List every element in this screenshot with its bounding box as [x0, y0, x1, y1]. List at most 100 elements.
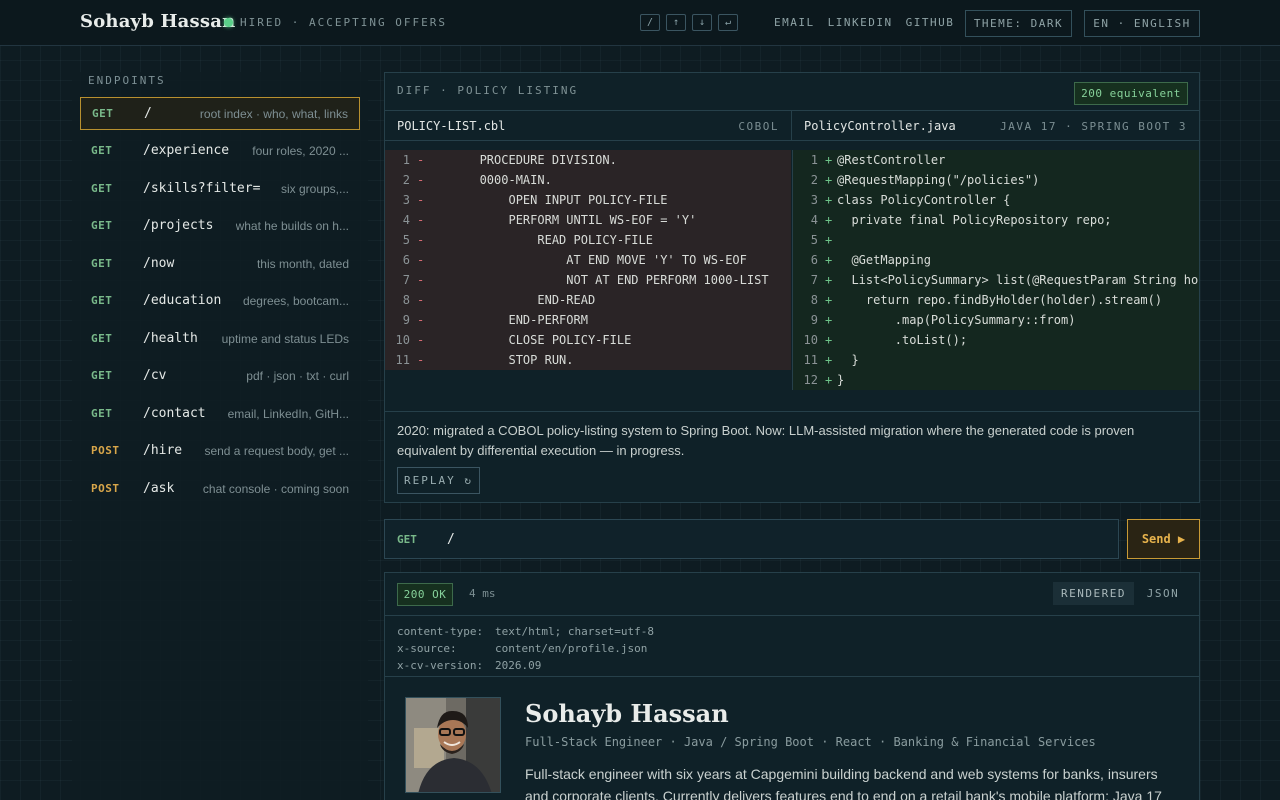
sidebar-title: ENDPOINTS: [88, 74, 166, 87]
endpoint-description: chat console · coming soon: [202, 481, 349, 496]
endpoint-now[interactable]: GET /now this month, dated: [80, 247, 360, 280]
code-line: 4 + private final PolicyRepository repo;: [793, 210, 1199, 230]
code-line: 11- STOP RUN.: [385, 350, 791, 370]
right-file-bar: PolicyController.java JAVA 17 · SPRING B…: [791, 110, 1199, 141]
line-number: 2: [810, 173, 818, 187]
tab-json[interactable]: JSON: [1138, 582, 1188, 605]
endpoint-projects[interactable]: GET /projects what he builds on h...: [80, 209, 360, 242]
code-line: 5 +: [793, 230, 1199, 250]
send-button[interactable]: Send ▶: [1127, 519, 1200, 559]
endpoint-method: POST: [91, 482, 120, 495]
endpoint-path: /experience: [143, 143, 230, 158]
added-marker: +: [825, 173, 833, 187]
line-number: 10: [803, 333, 818, 347]
endpoint-skills[interactable]: GET /skills?filter= six groups,...: [80, 172, 360, 205]
code-text: STOP RUN.: [429, 353, 574, 367]
endpoint-description: email, LinkedIn, GitH...: [227, 406, 349, 421]
response-status-badge: 200 OK: [397, 583, 453, 606]
removed-marker: -: [417, 213, 425, 227]
code-line: 9- END-PERFORM: [385, 310, 791, 330]
endpoint-method: GET: [92, 107, 114, 120]
removed-marker: -: [417, 173, 425, 187]
top-bar: Sohayb Hassan HIRED · ACCEPTING OFFERS /…: [0, 0, 1280, 46]
added-marker: +: [825, 313, 833, 327]
added-marker: +: [825, 273, 833, 287]
header-nav: EMAIL LINKEDIN GITHUB: [774, 16, 954, 29]
tab-rendered[interactable]: RENDERED: [1053, 582, 1134, 605]
endpoint-experience[interactable]: GET /experience four roles, 2020 ...: [80, 134, 360, 167]
request-method[interactable]: GET: [397, 533, 417, 546]
endpoint-description: what he builds on h...: [235, 218, 349, 233]
code-line: 7 + List<PolicySummary> list(@RequestPara…: [793, 270, 1199, 290]
added-marker: +: [825, 373, 833, 387]
endpoint-cv[interactable]: GET /cv pdf · json · txt · curl: [80, 359, 360, 392]
endpoint-description: pdf · json · txt · curl: [246, 368, 349, 383]
endpoint-description: root index · who, what, links: [199, 106, 348, 121]
endpoint-path: /cv: [143, 368, 167, 383]
endpoint-health[interactable]: GET /health uptime and status LEDs: [80, 322, 360, 355]
code-text: @GetMapping: [837, 253, 931, 267]
request-bar: GET: [384, 519, 1119, 559]
endpoint-description: four roles, 2020 ...: [252, 143, 349, 158]
response-panel: 200 OK 4 ms RENDERED JSON content-type: …: [384, 572, 1200, 800]
code-text: @RequestMapping("/policies"): [837, 173, 1040, 187]
left-file-language: COBOL: [738, 120, 779, 133]
code-line: 2 + @RequestMapping("/policies"): [793, 170, 1199, 190]
hire-status-label: HIRED · ACCEPTING OFFERS: [240, 16, 447, 29]
nav-linkedin-link[interactable]: LINKEDIN: [828, 16, 893, 29]
right-file-language: JAVA 17 · SPRING BOOT 3: [1000, 120, 1187, 133]
diff-title: DIFF · POLICY LISTING: [397, 84, 579, 97]
endpoint-description: this month, dated: [256, 256, 349, 271]
language-select[interactable]: EN · ENGLISH: [1084, 10, 1200, 37]
status-led-icon: [224, 18, 233, 27]
code-text: .toList();: [837, 333, 968, 347]
code-line: 4- PERFORM UNTIL WS-EOF = 'Y': [385, 210, 791, 230]
response-time: 4 ms: [469, 587, 496, 600]
request-path-input[interactable]: [447, 526, 1107, 552]
endpoint-method: GET: [91, 182, 113, 195]
nav-github-link[interactable]: GITHUB: [906, 16, 955, 29]
header-key: x-source:: [397, 642, 457, 655]
replay-button[interactable]: REPLAY ↻: [397, 467, 480, 494]
left-pane-spacer: [385, 370, 791, 398]
arrow-down-key-icon: ↓: [692, 14, 712, 31]
endpoint-ask[interactable]: POST /ask chat console · coming soon: [80, 472, 360, 505]
cobol-code-pane: 1- PROCEDURE DIVISION. 2- 0000-MAIN. 3- OP…: [385, 150, 791, 370]
code-text: List<PolicySummary> list(@RequestParam S…: [837, 273, 1199, 287]
endpoint-method: GET: [91, 144, 113, 157]
removed-marker: -: [417, 313, 425, 327]
profile-bio: Full-stack engineer with six years at Ca…: [525, 766, 1162, 800]
line-number: 1: [402, 153, 410, 167]
endpoint-description: degrees, bootcam...: [242, 293, 349, 308]
nav-email-link[interactable]: EMAIL: [774, 16, 815, 29]
endpoint-contact[interactable]: GET /contact email, LinkedIn, GitH...: [80, 397, 360, 430]
left-file-name: POLICY-LIST.cbl: [397, 119, 506, 133]
code-text: class PolicyController {: [837, 193, 1011, 207]
removed-marker: -: [417, 353, 425, 367]
diff-panel: DIFF · POLICY LISTING 200 equivalent POL…: [384, 72, 1200, 503]
header-row: content-type: text/html; charset=utf-8: [397, 623, 1187, 640]
added-marker: +: [825, 333, 833, 347]
endpoint-path: /: [144, 106, 152, 121]
code-text: AT END MOVE 'Y' TO WS-EOF: [429, 253, 747, 267]
added-marker: +: [825, 353, 833, 367]
code-line: 2- 0000-MAIN.: [385, 170, 791, 190]
endpoint-education[interactable]: GET /education degrees, bootcam...: [80, 284, 360, 317]
line-number: 3: [402, 193, 410, 207]
endpoint-method: GET: [91, 332, 113, 345]
code-line: 8- END-READ: [385, 290, 791, 310]
line-number: 4: [402, 213, 410, 227]
enter-key-icon: ↵: [718, 14, 738, 31]
endpoint-hire[interactable]: POST /hire send a request body, get ...: [80, 434, 360, 467]
endpoint-root[interactable]: GET / root index · who, what, links: [80, 97, 360, 130]
left-file-bar: POLICY-LIST.cbl COBOL: [385, 110, 791, 141]
theme-toggle[interactable]: THEME: DARK: [965, 10, 1072, 37]
endpoint-path: /contact: [143, 406, 206, 421]
endpoint-method: GET: [91, 369, 113, 382]
brand-name[interactable]: Sohayb Hassan: [80, 11, 235, 32]
removed-marker: -: [417, 333, 425, 347]
divider: [385, 411, 1199, 412]
profile-photo: [406, 698, 500, 792]
code-line: 10- CLOSE POLICY-FILE: [385, 330, 791, 350]
line-number: 8: [810, 293, 818, 307]
